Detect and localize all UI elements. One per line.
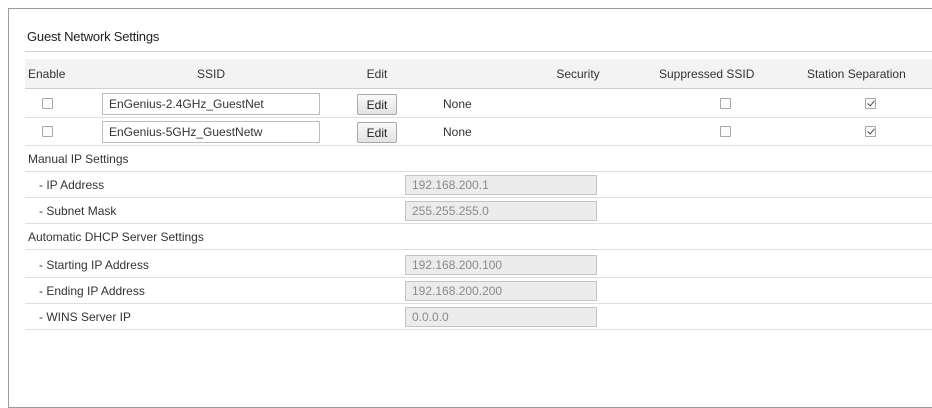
ip-address-input[interactable] [405,175,597,195]
guest-network-panel: Guest Network Settings Enable SSID Edit … [8,8,932,408]
ssid-field[interactable]: EnGenius-5GHz_GuestNetw [102,121,320,143]
header-station-separation: Station Separation [807,66,906,81]
ssid-field[interactable]: EnGenius-2.4GHz_GuestNet [102,93,320,115]
title-divider [25,51,932,52]
ending-ip-row: - Ending IP Address [25,278,932,304]
security-value: None [443,96,472,111]
subnet-mask-label: - Subnet Mask [39,203,117,218]
wins-ip-row: - WINS Server IP [25,304,932,330]
wins-ip-label: - WINS Server IP [39,309,132,324]
suppressed-ssid-checkbox[interactable] [720,126,731,137]
starting-ip-input[interactable] [405,255,597,275]
starting-ip-label: - Starting IP Address [39,257,149,272]
security-value: None [443,124,472,139]
suppressed-ssid-checkbox[interactable] [720,98,731,109]
station-separation-checkbox[interactable] [865,126,876,137]
station-separation-checkbox[interactable] [865,98,876,109]
edit-button[interactable]: Edit [357,94,397,115]
ip-address-label: - IP Address [39,177,105,192]
table-row: EnGenius-2.4GHz_GuestNet Edit None [25,90,932,118]
table-header: Enable SSID Edit Security Suppressed SSI… [25,59,932,89]
ending-ip-label: - Ending IP Address [39,283,145,298]
wins-ip-input[interactable] [405,307,597,327]
header-enable: Enable [28,66,66,81]
header-suppressed-ssid: Suppressed SSID [659,66,755,81]
manual-ip-section-title: Manual IP Settings [25,146,932,172]
enable-checkbox[interactable] [42,126,53,137]
panel-title: Guest Network Settings [27,29,160,44]
subnet-mask-input[interactable] [405,201,597,221]
dhcp-section-title: Automatic DHCP Server Settings [25,224,932,250]
edit-button[interactable]: Edit [357,122,397,143]
ip-address-row: - IP Address [25,172,932,198]
starting-ip-row: - Starting IP Address [25,252,932,278]
subnet-mask-row: - Subnet Mask [25,198,932,224]
enable-checkbox[interactable] [42,98,53,109]
header-edit: Edit [366,66,388,81]
ending-ip-input[interactable] [405,281,597,301]
header-ssid: SSID [196,66,225,81]
table-row: EnGenius-5GHz_GuestNetw Edit None [25,118,932,146]
